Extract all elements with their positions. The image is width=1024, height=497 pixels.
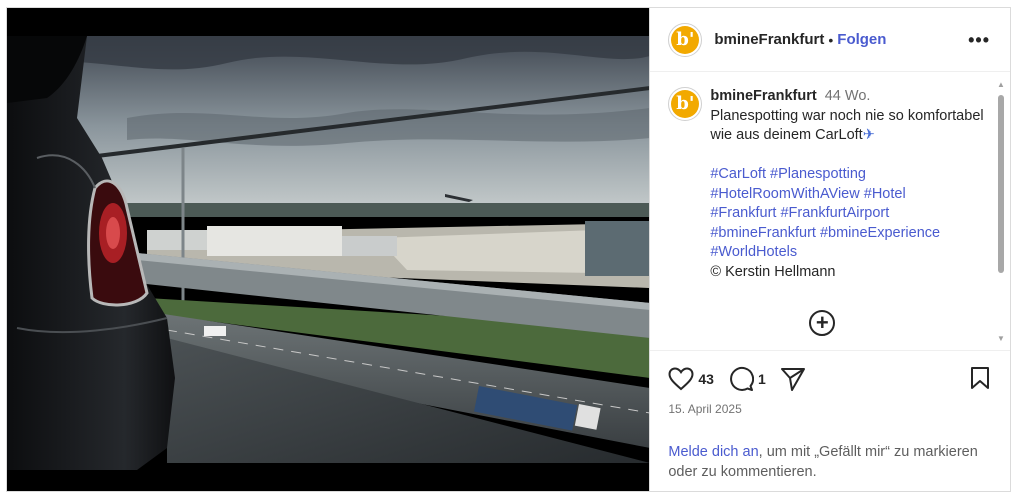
hashtag[interactable]: #Frankfurt bbox=[710, 205, 776, 221]
post-photo[interactable] bbox=[7, 8, 650, 491]
hashtag[interactable]: #WorldHotels bbox=[710, 244, 797, 260]
brand-logo: b' bbox=[671, 25, 700, 54]
hashtag[interactable]: #CarLoft bbox=[710, 166, 766, 182]
load-more-comments-button[interactable]: + bbox=[809, 310, 836, 336]
hashtag[interactable]: #Planespotting bbox=[770, 166, 866, 182]
hashtag[interactable]: #bmineExperience bbox=[820, 225, 940, 241]
separator-dot: • bbox=[828, 31, 834, 48]
hashtag[interactable]: #bmineFrankfurt bbox=[710, 225, 816, 241]
caption-avatar[interactable]: b' bbox=[668, 87, 703, 121]
post-header: b' bmineFrankfurt • Folgen ••• bbox=[650, 8, 1010, 72]
login-link[interactable]: Melde dich an bbox=[668, 444, 758, 460]
comment-count[interactable]: 1 bbox=[758, 371, 766, 387]
comment-icon[interactable] bbox=[728, 366, 754, 392]
post-side-panel: b' bmineFrankfurt • Folgen ••• b' bmineF… bbox=[649, 8, 1010, 491]
profile-avatar[interactable]: b' bbox=[668, 22, 703, 57]
follow-button[interactable]: Folgen bbox=[837, 31, 886, 48]
airplane-emoji-icon: ✈ bbox=[862, 127, 875, 143]
profile-username[interactable]: bmineFrankfurt bbox=[714, 31, 824, 48]
heart-icon[interactable] bbox=[668, 367, 694, 391]
like-count[interactable]: 43 bbox=[698, 371, 714, 387]
instagram-embed: b' bmineFrankfurt • Folgen ••• b' bmineF… bbox=[6, 7, 1011, 492]
photo-credit: © Kerstin Hellmann bbox=[710, 263, 836, 280]
comments-scrollbar[interactable]: ▲ ▼ bbox=[996, 81, 1006, 343]
more-horizontal-icon[interactable]: ••• bbox=[968, 30, 990, 51]
hashtag[interactable]: #Hotel bbox=[864, 186, 906, 202]
caption-body: Planespotting war noch nie so komfortabe… bbox=[710, 107, 984, 144]
caption: b' bmineFrankfurt 44 Wo. Planespotting w… bbox=[668, 87, 995, 282]
photo-illustration bbox=[7, 8, 650, 491]
hashtag[interactable]: #FrankfurtAirport bbox=[780, 205, 889, 221]
scroll-down-arrow-icon[interactable]: ▼ bbox=[996, 335, 1006, 343]
caption-text: bmineFrankfurt 44 Wo. Planespotting war … bbox=[710, 87, 995, 282]
bookmark-icon[interactable] bbox=[969, 366, 991, 390]
caption-time[interactable]: 44 Wo. bbox=[825, 88, 871, 104]
scroll-up-arrow-icon[interactable]: ▲ bbox=[996, 81, 1006, 89]
comments-section[interactable]: b' bmineFrankfurt 44 Wo. Planespotting w… bbox=[650, 73, 1010, 351]
brand-logo: b' bbox=[671, 90, 700, 118]
post-date[interactable]: 15. April 2025 bbox=[668, 402, 741, 416]
scrollbar-thumb[interactable] bbox=[998, 95, 1004, 273]
action-bar: 43 1 bbox=[668, 366, 993, 392]
login-prompt: Melde dich an, um mit „Gefällt mir“ zu m… bbox=[668, 442, 998, 482]
caption-username[interactable]: bmineFrankfurt bbox=[710, 88, 816, 104]
hashtag[interactable]: #HotelRoomWithAView bbox=[710, 186, 859, 202]
share-icon[interactable] bbox=[780, 367, 806, 391]
